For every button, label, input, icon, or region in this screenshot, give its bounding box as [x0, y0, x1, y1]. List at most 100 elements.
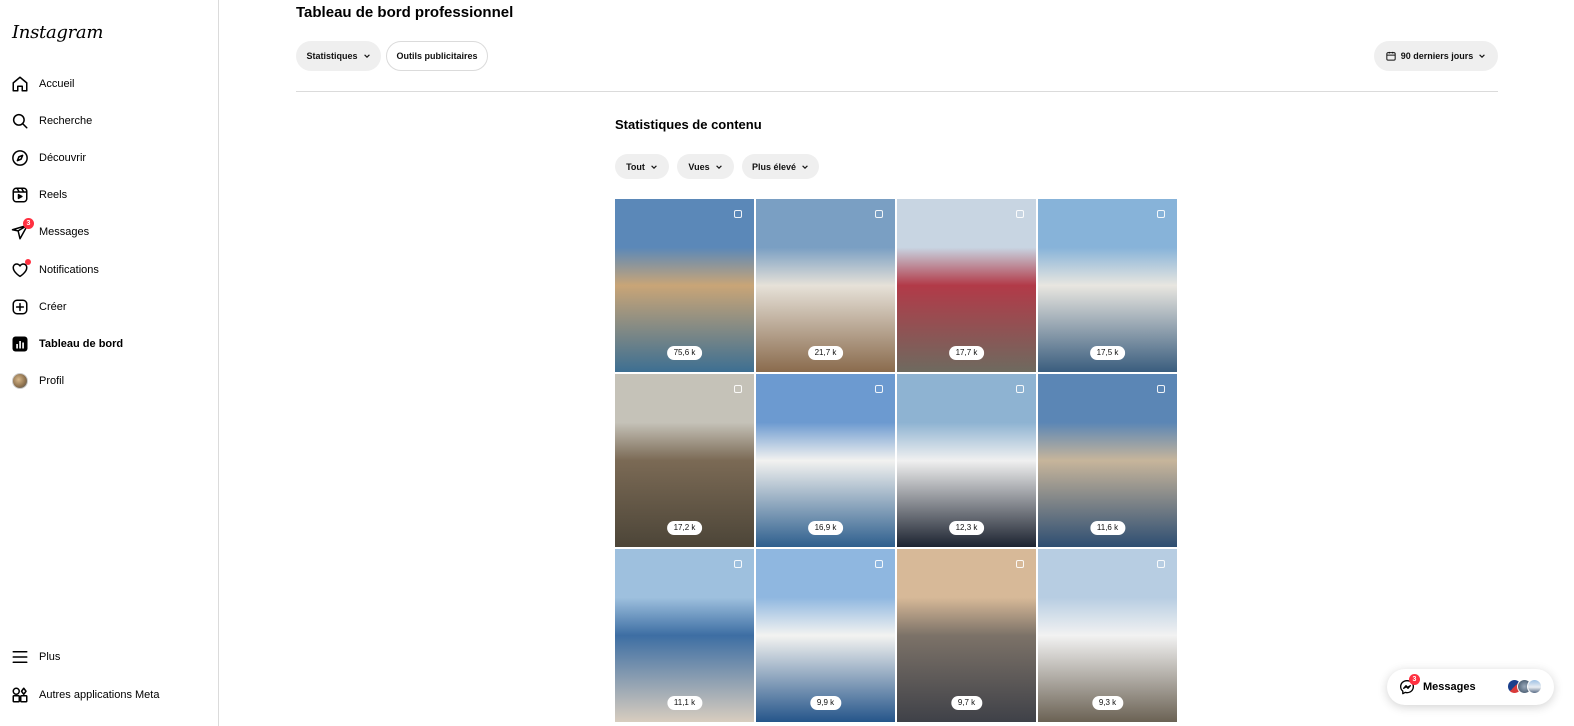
sidebar-item-label: Découvrir: [39, 151, 87, 164]
messenger-icon: 3: [1399, 674, 1420, 695]
heart-icon: [11, 258, 31, 279]
sidebar-item-profile[interactable]: Profil: [0, 362, 218, 399]
content-tile[interactable]: 12,3 k: [897, 374, 1036, 547]
messages-badge: 3: [23, 217, 34, 229]
multi-post-icon: [734, 560, 742, 568]
home-icon: [11, 75, 29, 93]
sidebar-item-more[interactable]: Plus: [0, 638, 218, 675]
instagram-logo[interactable]: Instagram: [12, 22, 103, 43]
sidebar-item-label: Créer: [39, 300, 67, 313]
statistics-dropdown[interactable]: Statistiques: [296, 41, 381, 71]
menu-icon: [11, 648, 29, 666]
filter-metric-label: Vues: [688, 161, 710, 172]
sidebar-item-label: Recherche: [39, 114, 93, 127]
reels-icon: [11, 186, 29, 204]
date-range-dropdown[interactable]: 90 derniers jours: [1374, 41, 1498, 71]
view-count: 17,7 k: [948, 346, 985, 360]
statistics-label: Statistiques: [306, 51, 358, 61]
multi-post-icon: [875, 560, 883, 568]
sidebar-item-label: Notifications: [39, 263, 99, 276]
floating-messages-button[interactable]: 3 Messages: [1387, 669, 1554, 705]
filter-sort-label: Plus élevé: [751, 161, 797, 172]
sidebar-item-notifications[interactable]: Notifications: [0, 251, 218, 288]
content-tile[interactable]: 17,2 k: [615, 374, 754, 547]
sidebar-item-label: Reels: [39, 188, 68, 201]
multi-post-icon: [875, 385, 883, 393]
content-tile[interactable]: 16,9 k: [756, 374, 895, 547]
recent-conversations-avatars: [1507, 679, 1542, 694]
chevron-down-icon: [802, 164, 808, 169]
compass-icon: [11, 149, 29, 167]
filter-type-label: Tout: [626, 161, 645, 172]
view-count: 17,2 k: [666, 521, 703, 535]
content-tile[interactable]: 9,7 k: [897, 549, 1036, 722]
floating-messages-label: Messages: [1423, 681, 1476, 693]
content-tile[interactable]: 9,9 k: [756, 549, 895, 722]
sidebar-item-search[interactable]: Recherche: [0, 102, 218, 139]
view-count: 9,7 k: [950, 696, 983, 710]
messages-icon: 3: [11, 217, 34, 241]
view-count: 12,3 k: [948, 521, 985, 535]
sidebar-item-label: Messages: [39, 225, 90, 238]
search-icon: [11, 112, 29, 130]
view-count: 9,3 k: [1091, 696, 1124, 710]
avatar: [1527, 679, 1542, 694]
view-count: 16,9 k: [807, 521, 844, 535]
view-count: 75,6 k: [666, 346, 703, 360]
sidebar-item-reels[interactable]: Reels: [0, 176, 218, 213]
plus-square-icon: [11, 298, 29, 316]
view-count: 11,6 k: [1089, 521, 1126, 535]
view-count: 17,5 k: [1089, 346, 1126, 360]
multi-post-icon: [875, 210, 883, 218]
notification-dot: [25, 258, 31, 265]
ad-tools-button[interactable]: Outils publicitaires: [386, 41, 488, 71]
date-range-label: 90 derniers jours: [1400, 51, 1474, 61]
sidebar-item-label: Accueil: [39, 77, 75, 90]
content-tile[interactable]: 21,7 k: [756, 199, 895, 372]
content-grid: 75,6 k 21,7 k 17,7 k 17,5 k 17,2 k 16,9 k 12,3…: [615, 199, 1177, 722]
meta-apps-icon: [11, 686, 29, 704]
sidebar-item-home[interactable]: Accueil: [0, 65, 218, 102]
content-tile[interactable]: 17,5 k: [1038, 199, 1177, 372]
floating-messages-badge: 3: [1409, 674, 1420, 685]
sidebar-item-label: Plus: [39, 650, 61, 663]
sidebar-item-messages[interactable]: 3 Messages: [0, 213, 218, 250]
chevron-down-icon: [363, 54, 370, 58]
sidebar-item-explore[interactable]: Découvrir: [0, 139, 218, 176]
content-tile[interactable]: 9,3 k: [1038, 549, 1177, 722]
sidebar: Instagram Accueil Recherche Découvrir Re…: [0, 0, 219, 726]
header-divider: [296, 91, 1498, 92]
chevron-down-icon: [1479, 54, 1486, 58]
multi-post-icon: [1157, 560, 1165, 568]
multi-post-icon: [1016, 560, 1024, 568]
filter-metric-dropdown[interactable]: Vues: [677, 154, 734, 179]
multi-post-icon: [1157, 210, 1165, 218]
ad-tools-label: Outils publicitaires: [396, 51, 478, 61]
sidebar-item-label: Profil: [39, 374, 65, 387]
view-count: 21,7 k: [807, 346, 844, 360]
multi-post-icon: [1016, 210, 1024, 218]
dashboard-icon: [11, 335, 29, 353]
filter-sort-dropdown[interactable]: Plus élevé: [742, 154, 819, 179]
chevron-down-icon: [651, 164, 657, 169]
filter-type-dropdown[interactable]: Tout: [615, 154, 669, 179]
calendar-icon: [1386, 51, 1396, 61]
chevron-down-icon: [715, 164, 722, 169]
content-tile[interactable]: 11,1 k: [615, 549, 754, 722]
content-tile[interactable]: 17,7 k: [897, 199, 1036, 372]
avatar: [11, 372, 29, 390]
sidebar-item-create[interactable]: Créer: [0, 288, 218, 325]
view-count: 9,9 k: [809, 696, 842, 710]
sidebar-item-label: Tableau de bord: [39, 337, 124, 350]
content-tile[interactable]: 75,6 k: [615, 199, 754, 372]
section-title: Statistiques de contenu: [615, 117, 762, 132]
multi-post-icon: [1016, 385, 1024, 393]
sidebar-item-label: Autres applications Meta: [39, 688, 160, 701]
sidebar-item-meta-apps[interactable]: Autres applications Meta: [0, 676, 218, 713]
sidebar-item-dashboard[interactable]: Tableau de bord: [0, 325, 218, 362]
multi-post-icon: [734, 385, 742, 393]
multi-post-icon: [1157, 385, 1165, 393]
multi-post-icon: [734, 210, 742, 218]
content-tile[interactable]: 11,6 k: [1038, 374, 1177, 547]
view-count: 11,1 k: [666, 696, 703, 710]
